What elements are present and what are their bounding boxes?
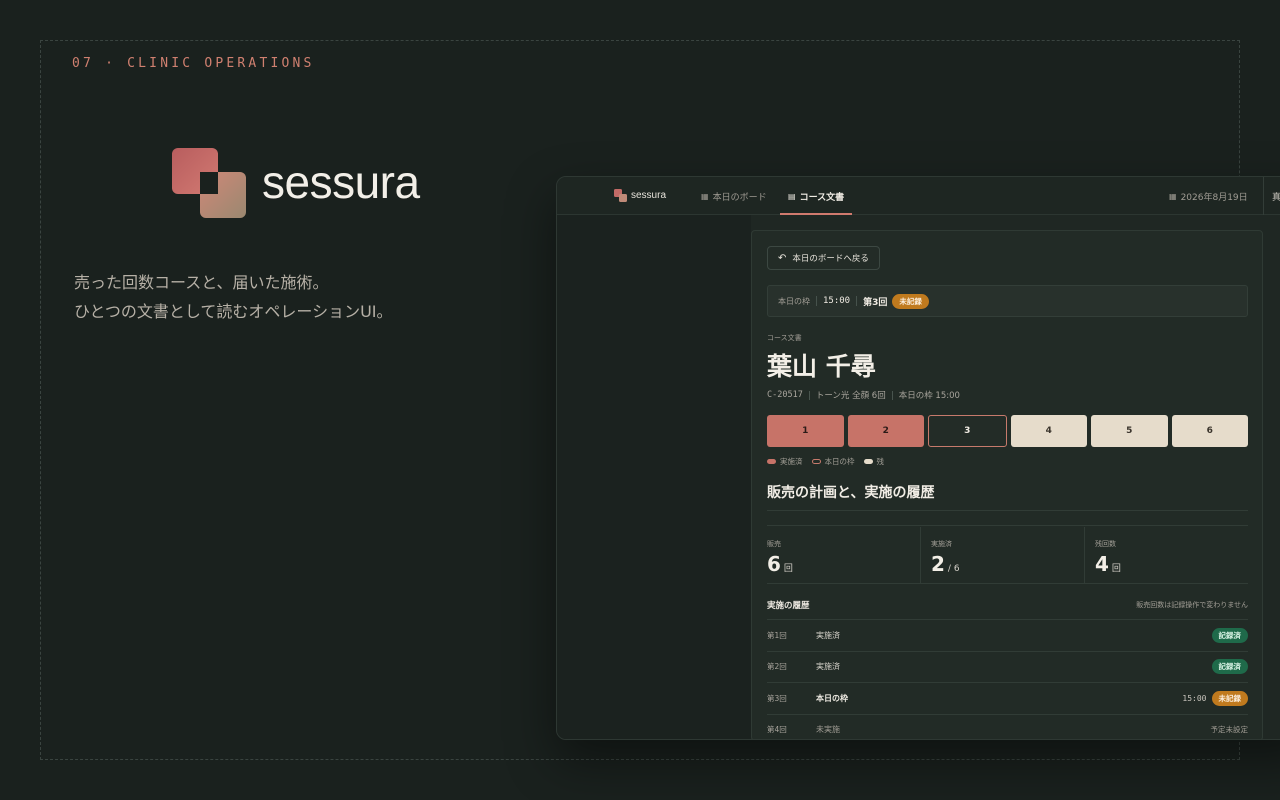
stat-sold: 販売 6回 [767, 527, 920, 583]
document-type-label: コース文書 [767, 334, 802, 342]
tab-course-document[interactable]: ▤ コース文書 [780, 177, 853, 215]
back-button-label: 本日のボードへ戻る [792, 254, 869, 264]
slot-round: 第3回 [863, 297, 888, 308]
legend-item-done: 実施済 [767, 456, 803, 467]
history-list: 第1回 実施済 記録済 第2回 実施済 記録済 第3回 本日の枠 15:00 未… [767, 619, 1249, 740]
patient-name: 葉山 千尋 [767, 352, 876, 381]
legend-label: 実施済 [780, 457, 803, 466]
tab-today-board[interactable]: ▦ 本日のボード [693, 177, 775, 215]
app-topbar: sessura ▦ 本日のボード ▤ コース文書 ▦ 2026年8月19日 真澄 [557, 177, 1280, 215]
course-meta: C-20517 トーン光 全顔 6回 本日の枠 15:00 [767, 389, 960, 401]
return-arrow-icon: ↶ [778, 252, 787, 264]
stat-label: 販売 [767, 540, 781, 548]
history-status: 実施済 [816, 630, 840, 640]
logo-mark-icon [614, 189, 627, 202]
recorded-badge: 記録済 [1211, 659, 1248, 675]
legend-swatch [863, 459, 873, 464]
stat-unit: / 6 [947, 564, 960, 574]
user-menu[interactable]: 真澄 [1263, 177, 1280, 215]
course-document: ↶ 本日のボードへ戻る 本日の枠 15:00 第3回 未記録 コース文書 葉山 … [751, 230, 1263, 740]
history-status: 実施済 [816, 662, 840, 672]
legend-item-remaining: 残 [863, 456, 885, 467]
stat-value: 4 [1095, 552, 1109, 576]
history-round: 第3回 [767, 693, 787, 703]
schedule-note: 予定未設定 [1210, 725, 1249, 735]
app-logo-text: sessura [631, 190, 667, 201]
recorded-badge: 記録済 [1211, 627, 1248, 643]
stat-done: 実施済 2/ 6 [920, 527, 1084, 583]
document-icon: ▤ [788, 191, 796, 201]
stat-unit: 回 [1111, 564, 1121, 574]
stat-label: 実施済 [931, 540, 952, 548]
legend-swatch [767, 459, 776, 464]
course-id: C-20517 [767, 390, 803, 400]
history-round: 第2回 [767, 662, 787, 672]
history-note: 販売回数は記録操作で変わりません [1136, 601, 1248, 609]
calendar-icon: ▦ [701, 191, 709, 201]
stat-label: 残回数 [1095, 540, 1116, 548]
brand-name: sessura [262, 156, 420, 208]
legend-item-today: 本日の枠 [811, 456, 855, 467]
status-badge: 未記録 [892, 293, 929, 309]
tagline: 売った回数コースと、届いた施術。 ひとつの文書として読むオペレーションUI。 [74, 268, 393, 326]
history-header: 実施の履歴 販売回数は記録操作で変わりません [767, 599, 1248, 611]
tagline-line-1: 売った回数コースと、届いた施術。 [74, 273, 329, 292]
session-cell-4[interactable]: 4 [1010, 415, 1087, 447]
history-status: 未実施 [816, 725, 840, 735]
calendar-icon: ▦ [1169, 191, 1177, 201]
course-stats: 販売 6回 実施済 2/ 6 残回数 4回 [767, 527, 1248, 583]
slot-time: 15:00 [823, 296, 851, 306]
history-time: 15:00 [1182, 693, 1207, 703]
session-cell-1[interactable]: 1 [767, 415, 844, 447]
today-slot-meta: 本日の枠 15:00 [898, 391, 960, 401]
tab-label: 本日のボード [712, 192, 767, 203]
session-legend: 実施済 本日の枠 残 [767, 456, 893, 467]
session-cell-3[interactable]: 3 [928, 415, 1007, 447]
eyebrow-label: 07 · CLINIC OPERATIONS [72, 56, 315, 71]
stat-value: 6 [767, 552, 781, 576]
tagline-line-2: ひとつの文書として読むオペレーションUI。 [74, 302, 393, 321]
brand-lockup: sessura [172, 146, 420, 218]
stat-value: 2 [931, 552, 945, 576]
history-round: 第1回 [767, 630, 787, 640]
history-row[interactable]: 第4回 未実施 予定未設定 [767, 713, 1249, 740]
divider [767, 525, 1248, 526]
session-cell-6[interactable]: 6 [1171, 415, 1248, 447]
date-text: 2026年8月19日 [1180, 192, 1248, 203]
brand-logo-icon [172, 146, 248, 218]
stat-remaining: 残回数 4回 [1084, 527, 1248, 583]
history-row[interactable]: 第3回 本日の枠 15:00 未記録 [767, 682, 1248, 714]
legend-label: 本日の枠 [824, 457, 855, 466]
slot-label: 本日の枠 [778, 296, 810, 306]
session-cell-2[interactable]: 2 [847, 415, 924, 447]
app-logo[interactable]: sessura [614, 189, 666, 202]
unrecorded-badge: 未記録 [1211, 690, 1248, 706]
history-round: 第4回 [767, 725, 787, 735]
history-title: 実施の履歴 [767, 601, 810, 611]
tab-label: コース文書 [799, 192, 845, 203]
course-name: トーン光 全顔 6回 [815, 391, 886, 401]
legend-swatch [811, 459, 821, 464]
side-gutter [557, 215, 751, 739]
history-status: 本日の枠 [816, 693, 848, 703]
legend-label: 残 [876, 457, 885, 466]
session-cell-5[interactable]: 5 [1091, 415, 1168, 447]
session-track: 1 2 3 4 5 6 [767, 415, 1248, 447]
history-row[interactable]: 第2回 実施済 記録済 [767, 650, 1248, 683]
divider [767, 510, 1248, 511]
history-row[interactable]: 第1回 実施済 記録済 [767, 619, 1248, 651]
today-slot-bar: 本日の枠 15:00 第3回 未記録 [767, 285, 1248, 317]
stat-unit: 回 [783, 564, 793, 574]
back-to-board-button[interactable]: ↶ 本日のボードへ戻る [767, 246, 880, 270]
current-date: ▦ 2026年8月19日 [1169, 177, 1248, 215]
app-window: sessura ▦ 本日のボード ▤ コース文書 ▦ 2026年8月19日 真澄… [556, 176, 1280, 740]
divider [767, 583, 1248, 584]
section-title: 販売の計画と、実施の履歴 [767, 485, 935, 501]
